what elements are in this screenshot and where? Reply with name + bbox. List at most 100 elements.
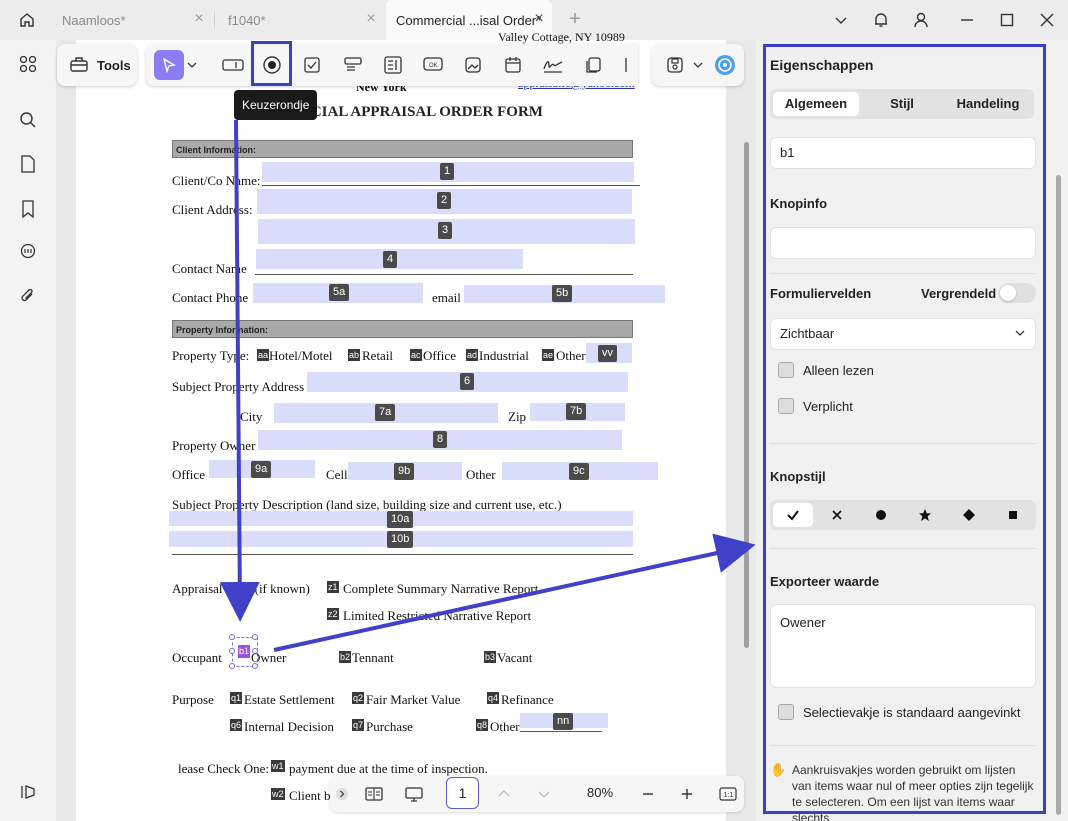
checkbox-tag[interactable]: q1 [230, 692, 243, 704]
radio-tag[interactable]: b2 [339, 651, 352, 663]
radio-tool-highlight [251, 41, 292, 86]
reading-mode-icon[interactable] [360, 780, 388, 808]
tooltip: Keuzerondje [234, 90, 318, 120]
checkbox-tag[interactable]: q8 [476, 719, 489, 731]
checkbox-tag[interactable]: aa [257, 349, 270, 361]
presentation-icon[interactable] [400, 780, 428, 808]
button-tool-icon[interactable]: OK [418, 50, 448, 80]
more-tools-icon[interactable] [616, 50, 636, 80]
checkbox-tag[interactable]: ae [542, 349, 555, 361]
tab-label: Naamloos* [62, 12, 126, 28]
option-label: Purchase [366, 719, 413, 734]
maximize-icon[interactable] [994, 8, 1020, 32]
chevron-down-icon[interactable] [184, 50, 200, 80]
resize-handle[interactable] [229, 634, 235, 640]
tab-separator [214, 12, 215, 28]
field-tag: 1 [440, 163, 455, 180]
field-tag: 9c [569, 463, 589, 480]
checkbox-tag[interactable]: ab [348, 349, 361, 361]
tab-f1040[interactable]: f1040* × [218, 0, 384, 40]
close-icon[interactable]: × [364, 11, 378, 27]
checkbox-tag[interactable]: w2 [271, 788, 285, 800]
close-icon[interactable]: × [192, 11, 206, 27]
chevron-down-icon[interactable] [530, 780, 558, 808]
checkbox-tag[interactable]: w1 [271, 760, 285, 772]
new-tab-icon[interactable]: + [564, 9, 586, 31]
tools-button[interactable]: Tools [57, 44, 137, 86]
date-tool-icon[interactable] [498, 50, 528, 80]
attachment-icon[interactable] [14, 282, 42, 310]
checkbox-tag[interactable]: z1 [327, 581, 339, 593]
checkbox-tag[interactable]: z2 [327, 608, 339, 620]
user-icon[interactable] [908, 8, 934, 32]
checkbox-tag[interactable]: ad [466, 349, 479, 361]
ai-assistant-icon[interactable] [710, 50, 740, 80]
field-tag: 6 [460, 373, 475, 390]
apps-icon[interactable] [14, 50, 42, 78]
page-number-input[interactable]: 1 [446, 777, 479, 809]
resize-handle[interactable] [229, 648, 235, 654]
chevron-right-icon[interactable] [332, 780, 352, 808]
svg-text:1:1: 1:1 [724, 792, 734, 799]
option-label: Internal Decision [244, 719, 334, 734]
list-box-tool-icon[interactable] [378, 50, 408, 80]
select-cursor-button[interactable] [154, 50, 184, 80]
underline [255, 274, 633, 275]
option-label: Refinance [501, 692, 554, 707]
field-tag: 2 [437, 192, 452, 209]
save-group [652, 44, 744, 86]
field-tag: 10a [387, 511, 414, 528]
field-tag: nn [553, 713, 574, 730]
resize-handle[interactable] [229, 663, 235, 669]
checkbox-tag[interactable]: q6 [230, 719, 243, 731]
resize-handle[interactable] [252, 634, 258, 640]
label-contact-phone: Contact Phone [172, 290, 249, 305]
option-label: Office [423, 348, 456, 363]
signature-tool-icon[interactable] [538, 50, 568, 80]
bookmark-icon[interactable] [14, 195, 42, 223]
tab-naamloos[interactable]: Naamloos* × [52, 0, 212, 40]
minimize-icon[interactable] [954, 8, 980, 32]
radio-b1[interactable]: b1 [238, 645, 250, 658]
bell-icon[interactable] [868, 8, 894, 32]
document-scrollbar[interactable] [744, 142, 749, 648]
radio-tag[interactable]: b3 [484, 651, 497, 663]
image-tool-icon[interactable] [458, 50, 488, 80]
text-field-tool-icon[interactable] [218, 50, 248, 80]
zoom-out-icon[interactable] [634, 780, 662, 808]
checkbox-tag[interactable]: ac [410, 349, 422, 361]
chevron-down-icon[interactable] [690, 50, 706, 80]
close-icon[interactable]: × [532, 11, 546, 27]
checkbox-tool-icon[interactable] [297, 50, 327, 80]
checkbox-tag[interactable]: q4 [487, 692, 500, 704]
zoom-level[interactable]: 80% [578, 779, 622, 807]
chevron-up-icon[interactable] [490, 780, 518, 808]
option-label: Retail [362, 348, 394, 363]
close-window-icon[interactable] [1034, 8, 1060, 32]
actual-size-icon[interactable]: 1:1 [714, 780, 742, 808]
label-contact-name: Contact Name [172, 261, 247, 276]
comment-icon[interactable] [14, 238, 42, 266]
underline [172, 554, 633, 555]
field-tag: 3 [438, 222, 453, 239]
field-tag: 5a [329, 284, 350, 301]
checkbox-tag[interactable]: q2 [352, 692, 365, 704]
panel-scrollbar[interactable] [1056, 175, 1061, 815]
label-property-owner: Property Owner [172, 438, 256, 453]
label-client-name: Client/Co Name: [172, 173, 261, 188]
chevron-down-icon[interactable] [828, 8, 854, 32]
search-icon[interactable] [14, 106, 42, 134]
zoom-in-icon[interactable] [673, 780, 701, 808]
duplicate-tool-icon[interactable] [578, 50, 608, 80]
option-label: Industrial [479, 348, 529, 363]
bottom-toolbar: 1:1 [330, 776, 744, 812]
checkbox-tag[interactable]: q7 [352, 719, 365, 731]
page-thumbnail-icon[interactable] [14, 150, 42, 178]
combo-box-tool-icon[interactable] [338, 50, 368, 80]
label-purpose: Purpose [172, 692, 214, 707]
home-icon[interactable] [14, 8, 40, 32]
save-icon[interactable] [660, 50, 690, 80]
layers-icon[interactable] [14, 778, 42, 806]
option-label: payment due at the time of inspection. [289, 761, 488, 776]
label-occupant: Occupant [172, 650, 222, 665]
